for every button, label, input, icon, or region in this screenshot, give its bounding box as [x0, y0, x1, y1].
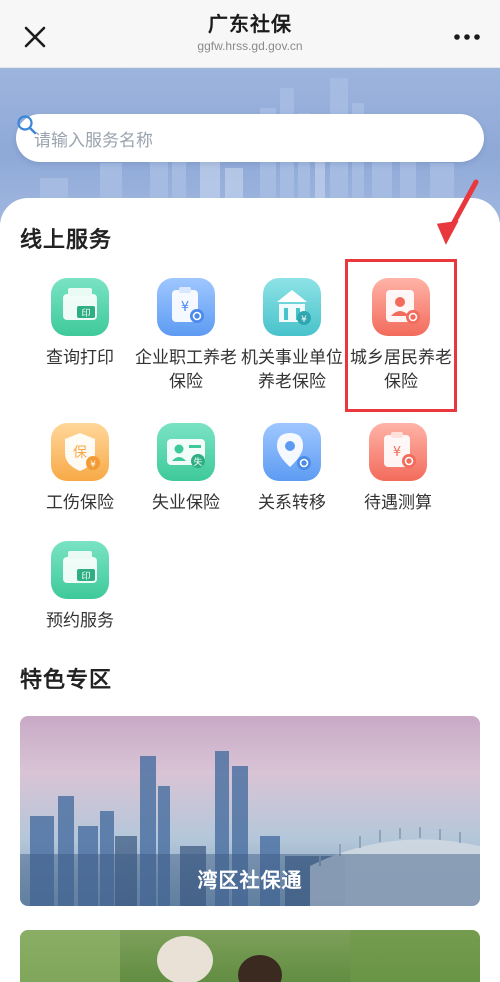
featured-title: 特色专区 — [20, 668, 113, 693]
service-label: 企业职工养老保险 — [135, 348, 237, 392]
person-card-search-icon — [372, 278, 430, 336]
location-pin-icon — [263, 423, 321, 481]
red-arrow-icon — [436, 179, 479, 245]
id-card-shi-icon: 失 — [157, 423, 215, 481]
service-label: 查询打印 — [46, 348, 114, 368]
elderly-banner[interactable] — [20, 930, 480, 982]
service-work-injury[interactable]: 保 ¥ 工伤保险 — [27, 423, 133, 515]
search-placeholder: 请输入服务名称 — [34, 130, 153, 151]
svg-text:¥: ¥ — [90, 460, 96, 470]
online-services-title: 线上服务 — [20, 228, 113, 253]
svg-text:¥: ¥ — [301, 315, 307, 325]
government-building-icon: ¥ — [263, 278, 321, 336]
more-options-icon[interactable] — [452, 26, 482, 48]
page-title: 广东社保 — [208, 12, 292, 36]
page-url: ggfw.hrss.gd.gov.cn — [197, 39, 303, 53]
elderly-couple-image — [20, 930, 480, 982]
printer-icon: 印 — [51, 278, 109, 336]
service-label: 待遇测算 — [364, 493, 432, 513]
clipboard-yuan-icon: ¥ — [369, 423, 427, 481]
svg-text:¥: ¥ — [181, 300, 189, 315]
service-benefit-calculation[interactable]: ¥ 待遇测算 — [345, 423, 451, 515]
service-label: 预约服务 — [46, 611, 114, 631]
service-rural-urban-pension[interactable]: 城乡居民养老保险 — [348, 278, 454, 394]
top-bar: 广东社保 ggfw.hrss.gd.gov.cn — [0, 0, 500, 68]
search-icon — [17, 115, 37, 135]
service-label: 工伤保险 — [46, 493, 114, 513]
service-appointment[interactable]: 印 预约服务 — [27, 541, 133, 633]
printer-icon: 印 — [51, 541, 109, 599]
service-label: 机关事业单位养老保险 — [241, 348, 343, 392]
service-label: 关系转移 — [258, 493, 326, 513]
svg-text:保: 保 — [73, 445, 87, 461]
shield-bao-icon: 保 ¥ — [51, 423, 109, 481]
service-relation-transfer[interactable]: 关系转移 — [239, 423, 345, 515]
svg-text:印: 印 — [81, 307, 90, 319]
svg-text:失: 失 — [193, 456, 202, 468]
service-label: 城乡居民养老保险 — [350, 348, 452, 392]
svg-text:¥: ¥ — [393, 445, 401, 460]
svg-text:印: 印 — [81, 570, 90, 582]
search-bar[interactable]: 请输入服务名称 — [16, 114, 484, 162]
service-query-print[interactable]: 印 查询打印 — [27, 278, 133, 370]
bay-area-banner[interactable]: 湾区社保通 — [20, 716, 480, 906]
banner-caption: 湾区社保通 — [20, 854, 480, 906]
clipboard-yuan-icon: ¥ — [157, 278, 215, 336]
title-area: 广东社保 ggfw.hrss.gd.gov.cn — [0, 10, 500, 54]
service-institution-pension[interactable]: ¥ 机关事业单位养老保险 — [239, 278, 345, 394]
service-enterprise-pension[interactable]: ¥ 企业职工养老保险 — [133, 278, 239, 394]
service-label: 失业保险 — [152, 493, 220, 513]
service-unemployment[interactable]: 失 失业保险 — [133, 423, 239, 515]
